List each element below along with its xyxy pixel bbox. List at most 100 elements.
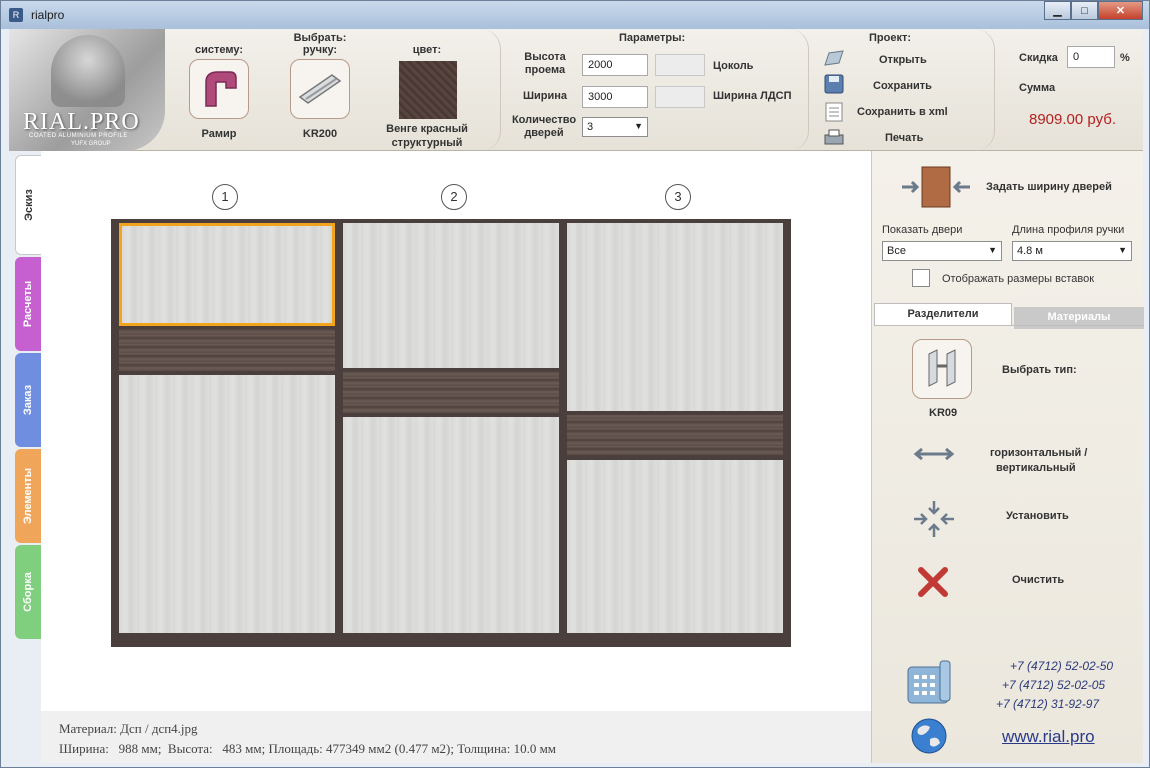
chevron-down-icon: ▼ (634, 121, 643, 131)
door-width-icon[interactable] (900, 165, 972, 209)
color-title: цвет: (412, 44, 442, 56)
handle-length-value: 4.8 м (1017, 245, 1043, 257)
tab-sketch[interactable]: Эскиз (15, 155, 41, 255)
door-panel-wood[interactable] (567, 415, 783, 455)
discount-label: Скидка (1019, 52, 1058, 64)
color-swatch[interactable] (399, 61, 457, 119)
title-bar: R rialpro ▁ □ ✕ (1, 1, 1149, 29)
tab-elements[interactable]: Элементы (15, 449, 41, 543)
show-sizes-checkbox[interactable] (912, 269, 930, 287)
door-panel[interactable] (567, 223, 783, 411)
right-panel: Задать ширину дверей Показать двери Длин… (871, 151, 1144, 763)
status-dimensions: Ширина: 988 мм; Высота: 483 мм; Площадь:… (59, 741, 557, 756)
doors-count-label-2: дверей (524, 127, 564, 139)
plinth-input[interactable] (655, 54, 705, 76)
status-bar: Материал: Дсп / дсп4.jpg Ширина: 988 мм;… (41, 711, 871, 763)
tab-calculations[interactable]: Расчеты (15, 257, 41, 351)
set-door-width-link[interactable]: Задать ширину дверей (986, 181, 1112, 193)
orientation-label-1[interactable]: горизонтальный / (990, 447, 1087, 459)
app-window: R rialpro ▁ □ ✕ RIAL.PRO COATED ALUMINIU… (0, 0, 1150, 768)
logo-brand: RIAL.PRO (23, 109, 140, 135)
show-doors-select[interactable]: Все ▼ (882, 241, 1002, 261)
door-panel[interactable] (119, 223, 335, 326)
website-link[interactable]: www.rial.pro (1002, 727, 1095, 747)
show-doors-label: Показать двери (882, 224, 963, 236)
door-number: 1 (212, 184, 238, 210)
show-doors-value: Все (887, 245, 906, 257)
logo: RIAL.PRO COATED ALUMINIUM PROFILE YUFX G… (9, 29, 165, 151)
discount-input[interactable]: 0 (1067, 46, 1115, 68)
door-number: 3 (665, 184, 691, 210)
save-link[interactable]: Сохранить (873, 80, 932, 92)
phone-number: +7 (4712) 31-92-97 (996, 697, 1100, 711)
color-value-2: структурный (391, 137, 463, 149)
phone-number: +7 (4712) 52-02-05 (1002, 678, 1106, 692)
clear-button[interactable]: Очистить (1012, 574, 1064, 586)
clear-x-icon[interactable] (916, 565, 950, 599)
handle-title-1: Выбрать: (293, 32, 347, 44)
open-folder-icon[interactable] (823, 47, 845, 69)
system-value: Рамир (201, 128, 237, 140)
tab-dividers[interactable]: Разделители (874, 303, 1012, 325)
handle-thumbnail[interactable] (290, 59, 350, 119)
install-button[interactable]: Установить (1006, 510, 1069, 522)
height-label-1: Высота (524, 51, 566, 63)
tab-order[interactable]: Заказ (15, 353, 41, 447)
tab-sketch-label: Эскиз (22, 189, 35, 221)
door-panel-wood[interactable] (343, 371, 559, 413)
divider-type-thumbnail[interactable] (912, 339, 972, 399)
print-link[interactable]: Печать (885, 132, 923, 144)
door-panel[interactable] (119, 375, 335, 633)
phone-number: +7 (4712) 52-02-50 (1010, 659, 1114, 673)
logo-tagline: COATED ALUMINIUM PROFILE (29, 133, 128, 139)
door-panel[interactable] (343, 223, 559, 368)
xml-document-icon[interactable] (823, 101, 845, 123)
tab-assembly[interactable]: Сборка (15, 545, 41, 639)
system-selector: систему: Рамир (181, 29, 257, 151)
handle-profile-icon (298, 74, 342, 104)
minimize-button[interactable]: ▁ (1044, 1, 1071, 20)
width-input[interactable]: 3000 (582, 86, 648, 108)
top-toolbar: RIAL.PRO COATED ALUMINIUM PROFILE YUFX G… (9, 29, 1143, 151)
orientation-arrows-icon[interactable] (912, 445, 956, 463)
ldsp-width-label: Ширина ЛДСП (713, 90, 792, 102)
close-button[interactable]: ✕ (1098, 1, 1143, 20)
divider-type-value: KR09 (929, 407, 958, 419)
lion-emblem-icon (51, 35, 125, 107)
door-panel[interactable] (567, 460, 783, 633)
height-label-2: проема (524, 64, 566, 76)
handle-selector: Выбрать: ручку: KR200 (279, 29, 361, 151)
color-value-1: Венге красный (386, 123, 468, 135)
width-label: Ширина (522, 90, 568, 102)
orientation-label-2[interactable]: вертикальный (996, 462, 1076, 474)
doors-count-select[interactable]: 3 ▼ (582, 117, 648, 137)
params-title: Параметры: (619, 32, 686, 44)
system-thumbnail[interactable] (189, 59, 249, 119)
chevron-down-icon: ▼ (1118, 245, 1127, 255)
open-link[interactable]: Открыть (879, 54, 927, 66)
door-panel[interactable] (343, 417, 559, 633)
tab-assembly-label: Сборка (22, 572, 34, 612)
show-sizes-label: Отображать размеры вставок (942, 273, 1095, 285)
height-input[interactable]: 2000 (582, 54, 648, 76)
save-disk-icon[interactable] (823, 73, 845, 95)
left-tab-strip: Эскиз Расчеты Заказ Элементы Сборка (9, 151, 41, 761)
tab-elements-label: Элементы (22, 467, 34, 525)
maximize-button[interactable]: □ (1071, 1, 1098, 20)
color-selector: цвет: Венге красный структурный (373, 29, 481, 151)
printer-icon[interactable] (823, 127, 845, 149)
toolbar-divider (481, 29, 501, 151)
handle-title-2: ручку: (302, 44, 338, 56)
toolbar-divider (789, 29, 809, 151)
save-xml-link[interactable]: Сохранить в xml (857, 106, 948, 118)
divider-profile-icon (928, 349, 956, 387)
tab-order-label: Заказ (22, 384, 35, 416)
handle-length-select[interactable]: 4.8 м ▼ (1012, 241, 1132, 261)
percent-sign: % (1120, 52, 1130, 64)
ldsp-width-input[interactable] (655, 86, 705, 108)
install-arrows-icon[interactable] (912, 499, 956, 539)
handle-value: KR200 (302, 128, 338, 140)
door-number: 2 (441, 184, 467, 210)
door-panel-wood[interactable] (119, 329, 335, 371)
doors-count-label-1: Количество (511, 114, 577, 126)
